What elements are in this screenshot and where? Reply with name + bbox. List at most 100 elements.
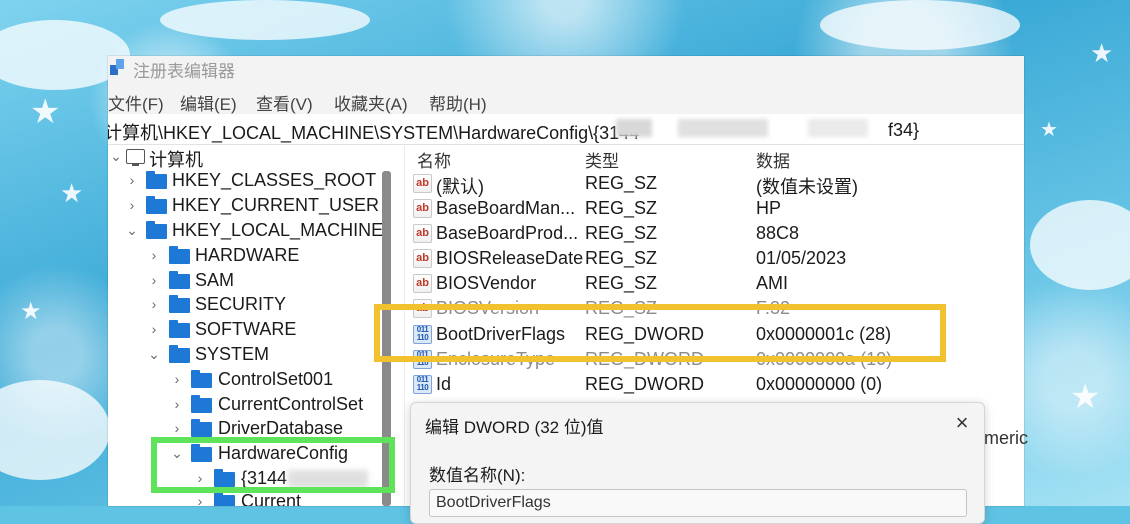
- computer-icon: [126, 149, 145, 166]
- highlight-box-yellow: [374, 304, 946, 362]
- value-type: REG_SZ: [585, 223, 658, 243]
- redacted-area: [616, 119, 652, 137]
- value-row[interactable]: ab BaseBoardMan... REG_SZ HP: [405, 196, 1024, 221]
- redacted-area: [678, 119, 768, 137]
- star-icon: ★: [30, 93, 61, 131]
- star-icon: ★: [20, 298, 42, 325]
- chevron-right-icon[interactable]: ›: [148, 247, 160, 263]
- string-value-icon: ab: [413, 249, 432, 268]
- folder-icon: [146, 221, 167, 239]
- address-path[interactable]: 计算机\HKEY_LOCAL_MACHINE\SYSTEM\HardwareCo…: [108, 119, 639, 145]
- cloud-decoration: [820, 0, 1020, 50]
- folder-icon: [169, 295, 190, 313]
- value-name: BIOSVendor: [436, 273, 537, 293]
- string-value-icon: ab: [413, 199, 432, 218]
- string-value-icon: ab: [413, 174, 432, 193]
- chevron-right-icon[interactable]: ›: [194, 493, 206, 506]
- tree-label: 计算机: [149, 150, 203, 170]
- value-data: AMI: [756, 273, 789, 293]
- tree-label: HARDWARE: [195, 245, 300, 265]
- folder-icon: [169, 246, 190, 264]
- chevron-right-icon[interactable]: ›: [171, 371, 183, 387]
- tree-label: HKEY_LOCAL_MACHINE: [172, 220, 384, 240]
- value-name: Id: [436, 374, 452, 394]
- chevron-right-icon[interactable]: ›: [148, 321, 160, 337]
- tree-label: HKEY_CURRENT_USER: [172, 195, 380, 215]
- value-data: HP: [756, 198, 782, 218]
- chevron-down-icon[interactable]: ⌄: [148, 346, 160, 363]
- value-data: 0x00000000 (0): [756, 374, 883, 394]
- value-name: BIOSReleaseDate: [436, 248, 584, 268]
- folder-icon: [169, 345, 190, 363]
- folder-icon: [191, 419, 212, 437]
- star-icon: ★: [1040, 119, 1058, 141]
- folder-icon: [191, 395, 212, 413]
- tree-label: SECURITY: [195, 294, 287, 314]
- address-bar[interactable]: 计算机\HKEY_LOCAL_MACHINE\SYSTEM\HardwareCo…: [108, 116, 1024, 145]
- tree-label: SOFTWARE: [195, 319, 297, 339]
- star-icon: ★: [60, 178, 84, 208]
- value-type: REG_SZ: [585, 173, 658, 193]
- value-type: REG_SZ: [585, 273, 658, 293]
- string-value-icon: ab: [413, 274, 432, 293]
- window-title: 注册表编辑器: [133, 62, 235, 81]
- menu-favorites[interactable]: 收藏夹(A): [334, 90, 408, 115]
- menu-edit[interactable]: 编辑(E): [180, 90, 237, 115]
- star-icon: ★: [1090, 38, 1114, 68]
- partial-text: meric: [984, 428, 1028, 448]
- value-name: BaseBoardProd...: [436, 223, 579, 243]
- value-name-label: 数值名称(N):: [429, 466, 526, 485]
- menu-help[interactable]: 帮助(H): [429, 90, 487, 115]
- value-row[interactable]: ab BIOSReleaseDate REG_SZ 01/05/2023: [405, 246, 1024, 271]
- string-value-icon: ab: [413, 224, 432, 243]
- menu-file[interactable]: 文件(F): [108, 90, 164, 115]
- chevron-down-icon[interactable]: ⌄: [126, 222, 138, 239]
- column-header-type[interactable]: 类型: [585, 147, 619, 172]
- tree-label: Current: [241, 491, 302, 506]
- folder-icon: [146, 171, 167, 189]
- highlight-box-green: [151, 437, 395, 493]
- address-path-end: f34}: [888, 120, 920, 140]
- chevron-right-icon[interactable]: ›: [171, 396, 183, 412]
- chevron-right-icon[interactable]: ›: [171, 420, 183, 436]
- cloud-decoration: [160, 0, 370, 40]
- dialog-title: 编辑 DWORD (32 位)值: [425, 418, 604, 437]
- value-name-field[interactable]: [429, 489, 967, 517]
- menu-view[interactable]: 查看(V): [256, 90, 313, 115]
- folder-icon: [169, 271, 190, 289]
- value-type: REG_SZ: [585, 198, 658, 218]
- chevron-right-icon[interactable]: ›: [148, 296, 160, 312]
- tree-label: SAM: [195, 270, 235, 290]
- column-header-data[interactable]: 数据: [756, 147, 790, 172]
- chevron-right-icon[interactable]: ›: [148, 272, 160, 288]
- folder-icon: [146, 196, 167, 214]
- tree-label: ControlSet001: [218, 369, 334, 389]
- value-name: BaseBoardMan...: [436, 198, 576, 218]
- column-header-name[interactable]: 名称: [417, 147, 451, 172]
- tree-label: SYSTEM: [195, 344, 270, 364]
- regedit-app-icon: [110, 59, 126, 75]
- tree-label: HKEY_CLASSES_ROOT: [172, 170, 377, 190]
- value-row[interactable]: ab BaseBoardProd... REG_SZ 88C8: [405, 221, 1024, 246]
- tree-label: CurrentControlSet: [218, 394, 364, 414]
- redacted-area: [808, 119, 868, 137]
- folder-icon: [214, 492, 235, 506]
- folder-icon: [191, 370, 212, 388]
- star-icon: ★: [1070, 378, 1101, 416]
- value-type: REG_SZ: [585, 248, 658, 268]
- chevron-right-icon[interactable]: ›: [126, 172, 138, 188]
- value-row[interactable]: ab BIOSVendor REG_SZ AMI: [405, 271, 1024, 296]
- close-icon[interactable]: ×: [948, 409, 976, 437]
- value-row[interactable]: 011 110 Id REG_DWORD 0x00000000 (0): [405, 372, 1024, 397]
- title-bar: 注册表编辑器: [108, 56, 1024, 86]
- chevron-right-icon[interactable]: ›: [126, 197, 138, 213]
- value-row[interactable]: ab (默认) REG_SZ (数值未设置): [405, 171, 1024, 197]
- value-data: 01/05/2023: [756, 248, 847, 268]
- menu-bar: 文件(F) 编辑(E) 查看(V) 收藏夹(A) 帮助(H): [108, 86, 1024, 114]
- value-type: REG_DWORD: [585, 374, 705, 394]
- tree-label: DriverDatabase: [218, 418, 344, 438]
- binary-value-icon: 011 110: [413, 375, 432, 394]
- value-data: 88C8: [756, 223, 800, 243]
- folder-icon: [169, 320, 190, 338]
- chevron-down-icon[interactable]: ⌄: [110, 148, 122, 165]
